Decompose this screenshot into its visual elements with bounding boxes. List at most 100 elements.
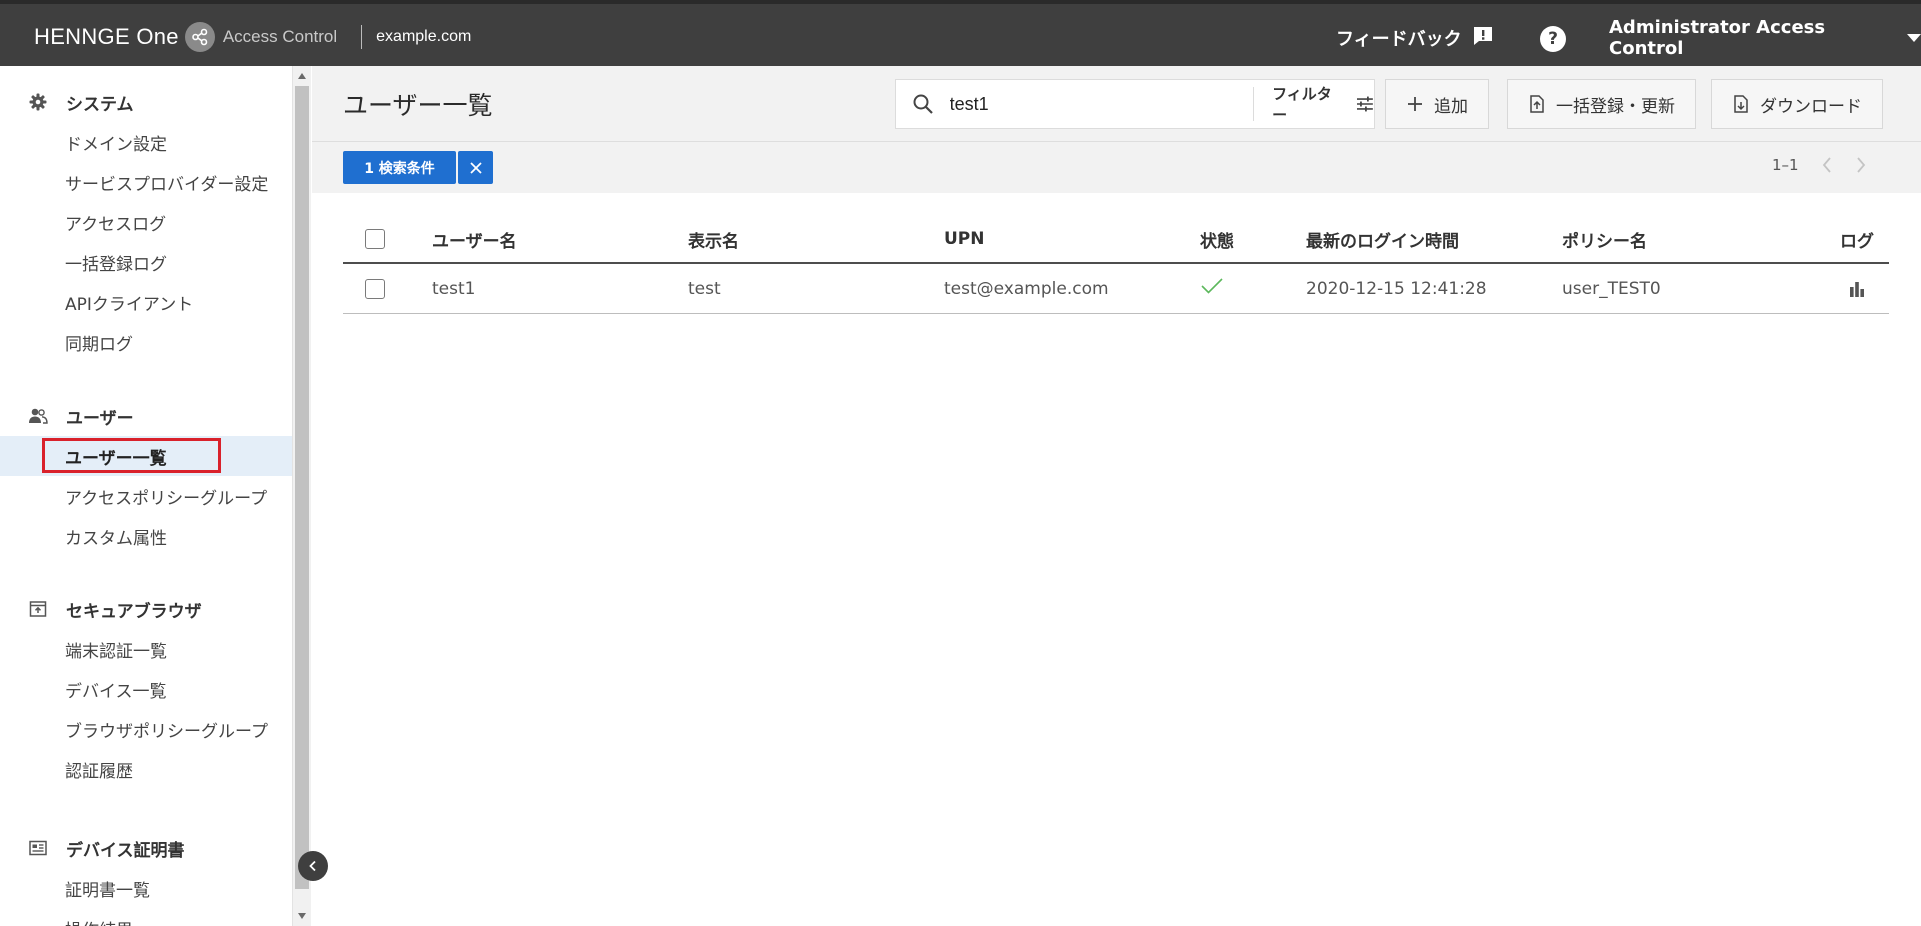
- file-download-icon: [1734, 95, 1748, 113]
- cell-upn: test@example.com: [944, 278, 1109, 299]
- chevron-right-icon[interactable]: [1855, 156, 1867, 174]
- sidebar-section-header: システム: [0, 82, 292, 122]
- sidebar-section-header: ユーザー: [0, 396, 292, 436]
- bulk-register-button[interactable]: 一括登録・更新: [1507, 79, 1696, 129]
- sidebar-section-title: ユーザー: [66, 408, 134, 429]
- row-select-cell: [343, 264, 432, 313]
- sidebar-item-api-client[interactable]: APIクライアント: [0, 282, 292, 322]
- sidebar-item-service-provider-settings[interactable]: サービスプロバイダー設定: [0, 162, 292, 202]
- cell-policy: user_TEST0: [1562, 278, 1661, 299]
- sidebar-item-certificate-list[interactable]: 証明書一覧: [0, 868, 292, 908]
- sidebar-scrollbar[interactable]: [292, 66, 311, 926]
- help-icon[interactable]: ?: [1540, 26, 1566, 52]
- column-header-last-login[interactable]: 最新のログイン時間: [1306, 216, 1562, 262]
- secure-browser-icon: [28, 599, 48, 619]
- check-icon: [1201, 277, 1223, 294]
- bulk-register-label: 一括登録・更新: [1556, 96, 1675, 117]
- pager-range: 1–1: [1772, 156, 1799, 174]
- table-header: ユーザー名 表示名 UPN 状態 最新のログイン時間 ポリシー名 ログ: [343, 216, 1889, 264]
- sidebar-section-header: デバイス証明書: [0, 828, 292, 868]
- chevron-left-icon: [309, 860, 316, 872]
- sidebar-item-domain-settings[interactable]: ドメイン設定: [0, 122, 292, 162]
- chevron-left-icon[interactable]: [1821, 156, 1833, 174]
- account-name: Administrator Access Control: [1609, 17, 1826, 59]
- cell-display-name: test: [688, 278, 721, 299]
- cell-status: [1200, 264, 1306, 313]
- scroll-down-icon[interactable]: [298, 913, 306, 919]
- sidebar-item-user-list[interactable]: ユーザー一覧: [0, 436, 292, 476]
- feedback-button[interactable]: フィードバック: [1336, 23, 1494, 53]
- cell-username[interactable]: test1: [432, 264, 688, 313]
- sidebar-item-sync-log[interactable]: 同期ログ: [0, 322, 292, 362]
- account-menu[interactable]: Administrator Access Control: [1609, 17, 1921, 59]
- brand-name: HENNGE One: [34, 24, 179, 49]
- download-button[interactable]: ダウンロード: [1711, 79, 1883, 129]
- column-header-upn[interactable]: UPN: [944, 216, 1200, 262]
- pagination: 1–1: [1772, 156, 1867, 174]
- column-header-username[interactable]: ユーザー名: [432, 216, 688, 262]
- search-input[interactable]: [949, 84, 1254, 124]
- plus-icon: [1408, 97, 1422, 111]
- users-table: ユーザー名 表示名 UPN 状態 最新のログイン時間 ポリシー名 ログ test…: [343, 216, 1889, 314]
- search-condition-chip[interactable]: 1 検索条件: [343, 151, 456, 184]
- column-header-policy[interactable]: ポリシー名: [1562, 216, 1825, 262]
- scroll-up-icon[interactable]: [298, 73, 306, 79]
- column-header-status[interactable]: 状態: [1200, 216, 1306, 262]
- select-all-checkbox[interactable]: [365, 229, 385, 249]
- filter-label: フィルター: [1272, 85, 1332, 124]
- sidebar-section-device-certificate: デバイス証明書 証明書一覧 操作結果: [0, 828, 292, 926]
- users-icon: [28, 406, 48, 426]
- cell-log: [1825, 264, 1889, 313]
- sidebar-section-users: ユーザー ユーザー一覧 アクセスポリシーグループ カスタム属性: [0, 396, 292, 556]
- divider: [312, 141, 1921, 142]
- bar-chart-icon[interactable]: [1848, 280, 1866, 298]
- sidebar-item-bulk-log[interactable]: 一括登録ログ: [0, 242, 292, 282]
- brand-divider: [361, 25, 363, 49]
- tenant-domain: example.com: [376, 28, 472, 45]
- sidebar-item-custom-attributes[interactable]: カスタム属性: [0, 516, 292, 556]
- sliders-icon: [1357, 96, 1374, 112]
- sidebar-item-device-auth-list[interactable]: 端末認証一覧: [0, 629, 292, 669]
- brand[interactable]: HENNGE One Access Control example.com: [34, 22, 471, 52]
- highlight-box: [42, 438, 221, 473]
- column-header-log: ログ: [1840, 231, 1874, 252]
- column-header-display-name[interactable]: 表示名: [688, 216, 944, 262]
- sidebar-section-title: セキュアブラウザ: [66, 601, 202, 622]
- page-title: ユーザー一覧: [343, 91, 493, 120]
- gear-icon: [28, 92, 48, 112]
- sidebar-item-operation-results[interactable]: 操作結果: [0, 908, 292, 926]
- feedback-label: フィードバック: [1336, 29, 1462, 50]
- close-icon: [469, 161, 482, 174]
- top-bar: HENNGE One Access Control example.com フィ…: [0, 0, 1921, 66]
- sidebar-section-secure-browser: セキュアブラウザ 端末認証一覧 デバイス一覧 ブラウザポリシーグループ 認証履歴: [0, 589, 292, 789]
- file-upload-icon: [1530, 95, 1544, 113]
- search-icon: [896, 93, 950, 115]
- sidebar-item-device-list[interactable]: デバイス一覧: [0, 669, 292, 709]
- filter-button[interactable]: フィルター: [1254, 83, 1374, 125]
- cell-last-login: 2020-12-15 12:41:28: [1306, 278, 1487, 299]
- sidebar-section-system: システム ドメイン設定 サービスプロバイダー設定 アクセスログ 一括登録ログ A…: [0, 82, 292, 362]
- sidebar-item-access-log[interactable]: アクセスログ: [0, 202, 292, 242]
- main-content: ユーザー一覧 フィルター: [312, 66, 1921, 926]
- row-checkbox[interactable]: [365, 278, 385, 299]
- brand-product: Access Control: [222, 27, 338, 46]
- clear-conditions-button[interactable]: [458, 151, 493, 184]
- sidebar-section-title: システム: [66, 94, 134, 115]
- sidebar-section-title: デバイス証明書: [66, 840, 185, 861]
- search-box: フィルター: [895, 79, 1375, 129]
- certificate-icon: [28, 838, 48, 858]
- table-row[interactable]: test1 test test@example.com 2020-12-15 1…: [343, 264, 1889, 314]
- feedback-icon: [1472, 25, 1494, 52]
- sidebar-item-browser-policy-groups[interactable]: ブラウザポリシーグループ: [0, 709, 292, 749]
- sidebar-item-access-policy-groups[interactable]: アクセスポリシーグループ: [0, 476, 292, 516]
- sidebar: システム ドメイン設定 サービスプロバイダー設定 アクセスログ 一括登録ログ A…: [0, 66, 292, 926]
- select-all-cell: [343, 216, 432, 262]
- add-button[interactable]: 追加: [1385, 79, 1489, 129]
- page-header: ユーザー一覧 フィルター: [312, 66, 1921, 193]
- collapse-sidebar-button[interactable]: [298, 851, 328, 881]
- caret-down-icon: [1907, 34, 1921, 42]
- scrollbar-thumb[interactable]: [295, 86, 309, 889]
- sidebar-section-header: セキュアブラウザ: [0, 589, 292, 629]
- share-logo-icon: [184, 22, 215, 52]
- sidebar-item-auth-history[interactable]: 認証履歴: [0, 749, 292, 789]
